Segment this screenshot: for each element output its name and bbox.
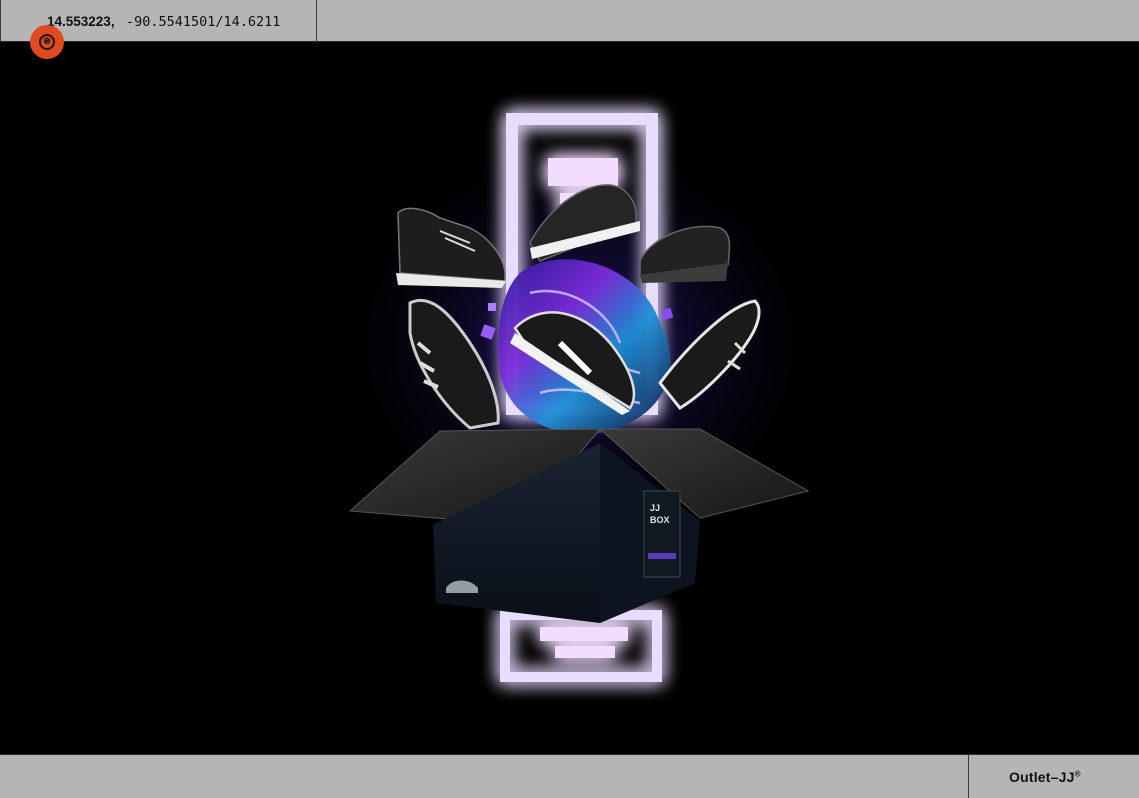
svg-text:BOX: BOX: [650, 515, 670, 525]
coordinate-main: 14.553223,: [47, 14, 115, 29]
sneaker-box-artwork: JJ BOX: [320, 113, 840, 682]
svg-text:JJ: JJ: [650, 503, 660, 513]
coordinate-rest: -90.5541501/14.6211: [126, 14, 281, 30]
floating-cube: [488, 303, 496, 311]
currency-badge-button[interactable]: ₴: [30, 25, 64, 59]
shoe-box: JJ BOX: [348, 428, 810, 623]
top-bar: 14.553223, -90.5541501/14.6211: [0, 0, 1139, 42]
hero-stage: JJ BOX: [0, 43, 1139, 754]
brand-logo[interactable]: Outlet–JJ®: [1009, 769, 1081, 785]
currency-icon: ₴: [39, 34, 55, 50]
bottom-bar: Outlet–JJ®: [0, 754, 1139, 798]
brand-cell: Outlet–JJ®: [968, 755, 1139, 798]
